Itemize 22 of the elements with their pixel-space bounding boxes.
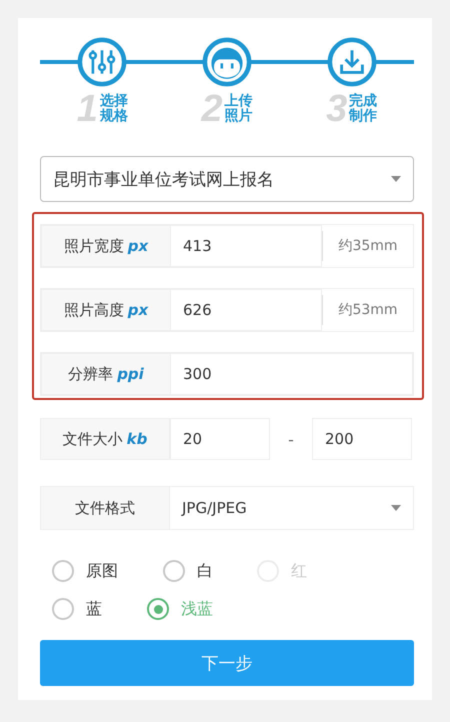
radio-label: 蓝 bbox=[86, 598, 102, 620]
range-dash: - bbox=[287, 428, 295, 450]
step-label: 选择规格 bbox=[100, 94, 128, 124]
input-field[interactable]: 300 bbox=[171, 353, 413, 395]
radio-label: 浅蓝 bbox=[181, 598, 213, 620]
field-label: 照片宽度 px bbox=[41, 225, 171, 267]
input-field[interactable]: 413 bbox=[171, 225, 322, 267]
input-field[interactable]: 626 bbox=[171, 289, 322, 331]
field-label: 分辨率 ppi bbox=[41, 353, 171, 395]
radio-label: 白 bbox=[197, 560, 213, 582]
unit-note: 约53mm bbox=[322, 295, 413, 325]
radio-label: 原图 bbox=[86, 560, 118, 582]
unit-note: 约35mm bbox=[322, 231, 413, 261]
step-label: 上传照片 bbox=[224, 94, 253, 124]
format-select[interactable]: JPG/JPEG bbox=[170, 486, 414, 530]
input-field[interactable]: 200 bbox=[312, 418, 412, 460]
step-label: 完成制作 bbox=[349, 94, 378, 124]
field-label: 照片高度 px bbox=[41, 289, 171, 331]
field-label: 文件格式 bbox=[40, 486, 170, 530]
spec-select[interactable]: 昆明市事业单位考试网上报名 bbox=[40, 156, 414, 202]
field-label: 文件大小 kb bbox=[40, 418, 170, 460]
input-field[interactable]: 20 bbox=[170, 418, 270, 460]
